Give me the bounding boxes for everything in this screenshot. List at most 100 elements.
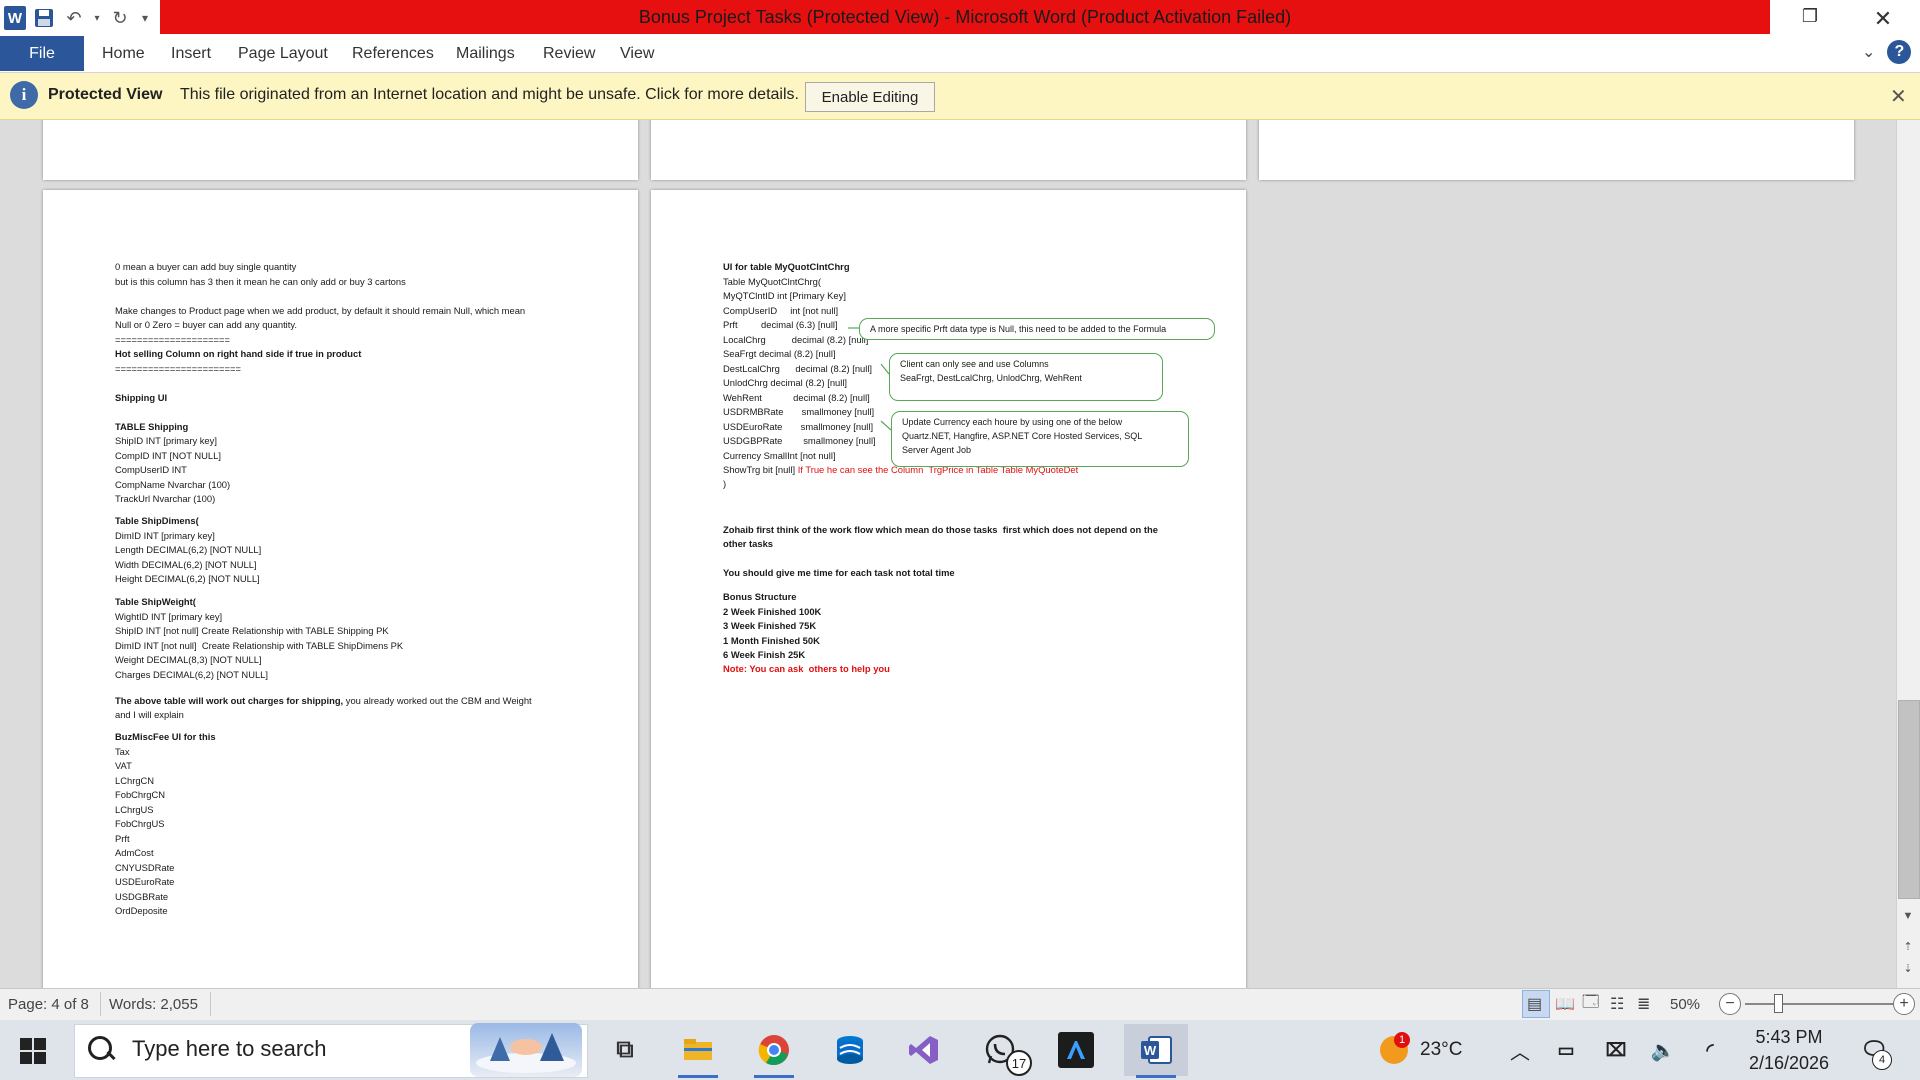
status-separator	[210, 992, 211, 1016]
close-bar-icon[interactable]: ✕	[1890, 84, 1907, 109]
enable-editing-button[interactable]: Enable Editing	[805, 82, 935, 112]
clock-time: 5:43 PM	[1755, 1027, 1823, 1047]
tab-review[interactable]: Review	[543, 36, 595, 72]
azure-app-icon[interactable]	[1058, 1032, 1094, 1068]
restore-window-icon[interactable]: ❐	[1795, 6, 1825, 32]
save-icon[interactable]	[32, 6, 56, 30]
temperature[interactable]: 23°C	[1420, 1020, 1462, 1080]
word-taskbar-icon[interactable]: W	[1138, 1032, 1174, 1068]
scrollbar-thumb[interactable]	[1898, 700, 1920, 899]
task-view-icon[interactable]: ⧉	[607, 1032, 643, 1068]
next-page-icon[interactable]: ⇣	[1896, 962, 1920, 975]
comment-currency[interactable]: Update Currency each houre by using one …	[891, 411, 1189, 467]
left-page-line: DimID INT [primary key]	[115, 529, 215, 541]
zoom-slider-thumb[interactable]	[1774, 994, 1783, 1013]
comment-client-columns[interactable]: Client can only see and use Columns SeaF…	[889, 353, 1163, 401]
customize-toolbar-icon[interactable]: ▾	[138, 6, 152, 30]
left-page-line: USDEuroRate	[115, 876, 175, 887]
draft-view-icon[interactable]: ≣	[1637, 988, 1650, 1020]
redo-icon[interactable]: ↻	[108, 6, 132, 30]
left-page-line: Width DECIMAL(6,2) [NOT NULL]	[115, 558, 257, 570]
charges-rest: you already worked out the CBM and Weigh…	[343, 695, 532, 706]
word-active-indicator	[1136, 1075, 1176, 1078]
left-page-line: Make changes to Product page when we add…	[115, 304, 526, 316]
document-area[interactable]: 0 mean a buyer can add buy single quanti…	[0, 120, 1896, 988]
left-page-line: Hot selling Column on right hand side if…	[115, 348, 362, 359]
tab-home[interactable]: Home	[102, 36, 145, 72]
undo-dropdown-icon[interactable]: ▾	[92, 6, 102, 30]
close-window-icon[interactable]: ✕	[1868, 6, 1898, 32]
tab-references[interactable]: References	[352, 36, 434, 72]
whatsapp-unread-badge: 17	[1006, 1050, 1032, 1076]
tab-page-layout[interactable]: Page Layout	[238, 36, 328, 72]
search-placeholder[interactable]: Type here to search	[132, 1036, 326, 1062]
left-page-line: CompUserID INT	[115, 464, 187, 475]
left-page-line: Tax	[115, 745, 130, 757]
help-icon[interactable]: ?	[1887, 40, 1912, 64]
web-layout-icon[interactable]: 🗔	[1582, 988, 1599, 1020]
left-page-block-4: BuzMiscFee UI for this Tax VAT LChrgCN FobCh…	[115, 730, 216, 919]
comment-connectors	[848, 327, 892, 431]
page-top-right	[1259, 120, 1854, 180]
status-separator	[100, 992, 101, 1016]
battery-icon[interactable]: ▭	[1548, 1032, 1584, 1068]
previous-page-icon[interactable]: ⇡	[1896, 940, 1920, 953]
charges-line-1: The above table will work out charges fo…	[115, 694, 532, 709]
tab-file[interactable]: File	[0, 36, 84, 71]
zoom-in-button[interactable]: +	[1893, 993, 1915, 1015]
left-page-line: BuzMiscFee UI for this	[115, 731, 216, 742]
volume-icon[interactable]: 🔈	[1645, 1032, 1681, 1068]
info-icon: i	[10, 81, 38, 109]
tab-view[interactable]: View	[620, 36, 654, 72]
left-page-line: DimID INT [not null] Create Relationship…	[115, 639, 404, 651]
zoom-out-button[interactable]: −	[1719, 993, 1741, 1015]
visual-studio-icon[interactable]	[906, 1032, 942, 1068]
left-page-line: Table ShipDimens(	[115, 515, 199, 526]
outline-view-icon[interactable]: ☷	[1610, 988, 1624, 1020]
quick-access-toolbar: W ↶ ▾ ↻ ▾	[0, 0, 152, 36]
undo-icon[interactable]: ↶	[62, 6, 86, 30]
left-page-line	[115, 376, 525, 391]
protected-view-title: Protected View	[48, 86, 163, 103]
left-page-line: FobChrgUS	[115, 818, 165, 829]
left-page-line: OrdDeposite	[115, 905, 168, 916]
left-page-line: 0 mean a buyer can add buy single quanti…	[115, 261, 297, 272]
show-hidden-icons-chevron[interactable]: ︿	[1510, 1020, 1530, 1080]
left-page-block-1: 0 mean a buyer can add buy single quanti…	[115, 260, 525, 507]
meet-now-icon[interactable]: ⌧	[1598, 1032, 1634, 1068]
word-app-icon[interactable]: W	[4, 6, 26, 30]
full-screen-reading-icon[interactable]: 📖	[1555, 988, 1575, 1020]
left-page-line: WightID INT [primary key]	[115, 610, 223, 622]
comment-prft[interactable]: A more specific Prft data type is Null, …	[859, 318, 1215, 340]
left-page-line: CompName Nvarchar (100)	[115, 478, 231, 490]
svg-text:W: W	[1144, 1043, 1157, 1058]
scroll-down-icon[interactable]: ▼	[1896, 910, 1920, 922]
left-page-line: Shipping UI	[115, 391, 168, 403]
page-left: 0 mean a buyer can add buy single quanti…	[43, 190, 638, 988]
left-page-line: =======================	[115, 362, 241, 374]
azure-data-studio-icon[interactable]	[832, 1032, 868, 1068]
left-page-line: Height DECIMAL(6,2) [NOT NULL]	[115, 573, 260, 584]
expand-ribbon-icon[interactable]: ⌄	[1862, 42, 1875, 62]
weather-badge: 1	[1394, 1032, 1410, 1048]
network-icon[interactable]: ◜	[1692, 1032, 1728, 1068]
search-icon	[88, 1036, 112, 1060]
clock-date: 2/16/2026	[1748, 1053, 1830, 1073]
left-page-line	[115, 405, 525, 420]
zoom-level[interactable]: 50%	[1670, 988, 1700, 1020]
zoom-slider[interactable]	[1745, 1003, 1895, 1005]
protected-view-message[interactable]: This file originated from an Internet lo…	[180, 86, 799, 104]
tab-insert[interactable]: Insert	[171, 36, 211, 72]
search-highlight-image[interactable]	[470, 1023, 582, 1077]
word-count[interactable]: Words: 2,055	[109, 988, 198, 1020]
left-page-line: =====================	[115, 333, 230, 345]
file-explorer-icon[interactable]	[680, 1032, 716, 1068]
page-count[interactable]: Page: 4 of 8	[8, 988, 89, 1020]
left-page-line: TABLE Shipping	[115, 420, 189, 432]
window-title: Bonus Project Tasks (Protected View) - M…	[160, 0, 1770, 34]
tab-mailings[interactable]: Mailings	[456, 36, 515, 72]
windows-start-icon[interactable]	[20, 1038, 46, 1064]
clock[interactable]: 5:43 PM 2/16/2026	[1734, 1024, 1844, 1076]
chrome-icon[interactable]	[756, 1032, 792, 1068]
left-page-line: CNYUSDRate	[115, 861, 175, 873]
